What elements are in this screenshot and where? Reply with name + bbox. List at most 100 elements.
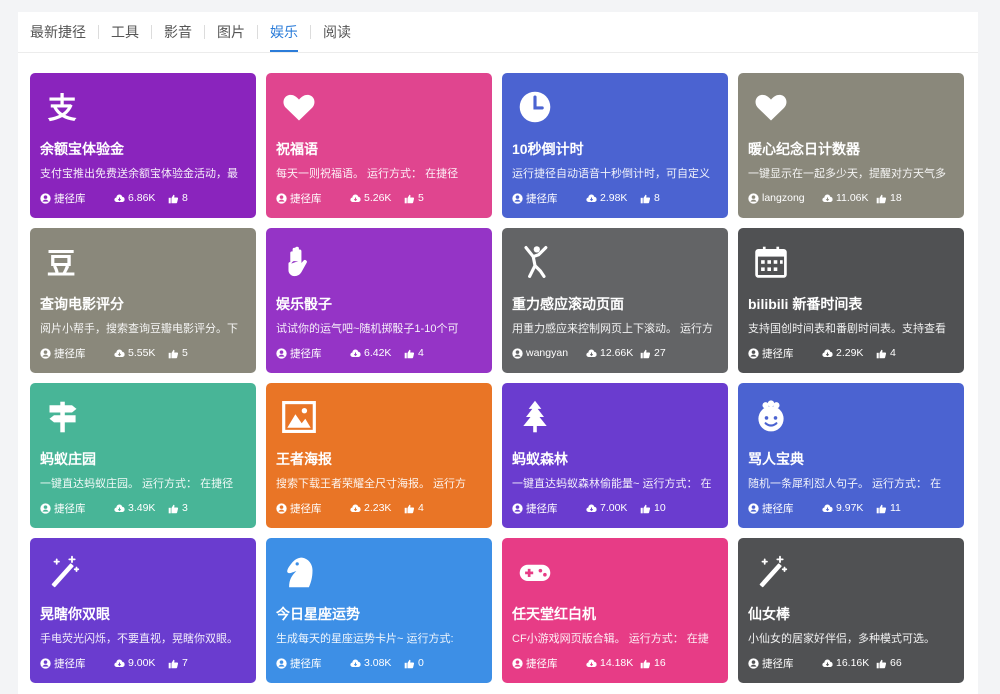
card-title: 10秒倒计时 [512, 141, 584, 157]
shortcut-card[interactable]: 蚂蚁庄园 一键直达蚂蚁庄园。 运行方式： 在捷径 捷径库 3.49K 3 [30, 383, 256, 528]
download-count: 12.66K [600, 347, 634, 359]
user-icon [512, 657, 523, 669]
card-description: 生成每天的星座运势卡片~ 运行方式: [276, 633, 454, 645]
card-author: 捷径库 [748, 346, 822, 361]
card-title: 王者海报 [276, 451, 332, 467]
download-count: 9.00K [128, 657, 156, 669]
tab-3[interactable]: 图片 [217, 12, 245, 52]
card-author: 捷径库 [512, 191, 586, 206]
main-panel: 最新捷径 工具 影音 图片 娱乐 阅读 支 余额宝体验金 支付宝推出免费送余额宝体验金活动… [18, 12, 978, 694]
card-downloads: 9.97K [822, 502, 876, 514]
card-description: 试试你的运气吧~随机掷骰子1-10个可 [276, 323, 459, 335]
user-icon [40, 657, 51, 669]
shortcut-card[interactable]: 王者海报 搜索下载王者荣耀全尺寸海报。 运行方 捷径库 2.23K 4 [266, 383, 492, 528]
svg-text:支: 支 [48, 91, 77, 125]
shortcut-grid: 支 余额宝体验金 支付宝推出免费送余额宝体验金活动，最 捷径库 6.86K 8 … [30, 73, 964, 683]
shortcut-card[interactable]: 10秒倒计时 运行捷径自动语音十秒倒计时，可自定义 捷径库 2.98K 8 [502, 73, 728, 218]
card-title: 骂人宝典 [748, 451, 804, 467]
tab-2[interactable]: 影音 [164, 12, 192, 52]
author-name: 捷径库 [54, 192, 86, 205]
card-downloads: 3.49K [114, 502, 168, 514]
dancer-icon [516, 243, 554, 281]
card-meta: 捷径库 16.16K 66 [748, 656, 954, 670]
card-meta: wangyan 12.66K 27 [512, 346, 718, 360]
shortcut-card[interactable]: 祝福语 每天一则祝福语。 运行方式： 在捷径 捷径库 5.26K 5 [266, 73, 492, 218]
author-name: 捷径库 [290, 657, 322, 670]
card-meta: 捷径库 6.86K 8 [40, 191, 246, 205]
card-author: langzong [748, 192, 822, 204]
download-count: 6.86K [128, 192, 156, 204]
shortcut-card[interactable]: 蚂蚁森林 一键直达蚂蚁森林偷能量~ 运行方式： 在 捷径库 7.00K 10 [502, 383, 728, 528]
like-count: 7 [182, 657, 188, 669]
card-title: 今日星座运势 [276, 606, 360, 622]
user-icon [512, 502, 523, 514]
cloud-download-icon [822, 503, 833, 514]
card-downloads: 6.42K [350, 347, 404, 359]
card-downloads: 14.18K [586, 657, 640, 669]
clock-icon [516, 88, 554, 126]
card-likes: 11 [876, 502, 901, 514]
card-description: 支持国创时间表和番剧时间表。支持查看 [748, 323, 946, 335]
download-count: 16.16K [836, 657, 870, 669]
thumbs-up-icon [876, 503, 887, 514]
author-name: 捷径库 [290, 192, 322, 205]
card-downloads: 2.98K [586, 192, 640, 204]
douban-icon: 豆 [44, 243, 82, 281]
cloud-download-icon [586, 193, 597, 204]
tab-separator [204, 25, 205, 39]
download-count: 9.97K [836, 502, 864, 514]
download-count: 7.00K [600, 502, 628, 514]
user-icon [40, 347, 51, 359]
author-name: 捷径库 [54, 502, 86, 515]
user-icon [276, 192, 287, 204]
author-name: 捷径库 [526, 657, 558, 670]
shortcut-card[interactable]: 今日星座运势 生成每天的星座运势卡片~ 运行方式: 捷径库 3.08K 0 [266, 538, 492, 683]
card-likes: 16 [640, 657, 666, 669]
like-count: 10 [654, 502, 666, 514]
cloud-download-icon [350, 503, 361, 514]
thumbs-up-icon [168, 503, 179, 514]
author-name: 捷径库 [762, 347, 794, 360]
tab-0[interactable]: 最新捷径 [30, 12, 86, 52]
like-count: 4 [890, 347, 896, 359]
thumbs-up-icon [168, 658, 179, 669]
cloud-download-icon [586, 503, 597, 514]
card-likes: 18 [876, 192, 902, 204]
card-likes: 10 [640, 502, 666, 514]
shortcut-card[interactable]: 任天堂红白机 CF小游戏网页版合辑。 运行方式： 在捷 捷径库 14.18K 1… [502, 538, 728, 683]
shortcut-card[interactable]: 豆 查询电影评分 阅片小帮手，搜索查询豆瓣电影评分。下 捷径库 5.55K 5 [30, 228, 256, 373]
shortcut-card[interactable]: 娱乐骰子 试试你的运气吧~随机掷骰子1-10个可 捷径库 6.42K 4 [266, 228, 492, 373]
like-count: 11 [890, 502, 901, 514]
thumbs-up-icon [404, 193, 415, 204]
download-count: 3.08K [364, 657, 392, 669]
card-description: 小仙女的居家好伴侣，多种模式可选。 [748, 633, 935, 645]
like-count: 66 [890, 657, 902, 669]
tab-divider [18, 52, 978, 53]
svg-text:豆: 豆 [47, 247, 76, 280]
magic-wand-icon [44, 553, 82, 591]
tab-4[interactable]: 娱乐 [270, 12, 298, 52]
shortcut-card[interactable]: 晃瞎你双眼 手电荧光闪烁，不要直视，晃瞎你双眼。 捷径库 9.00K 7 [30, 538, 256, 683]
shortcut-card[interactable]: 支 余额宝体验金 支付宝推出免费送余额宝体验金活动，最 捷径库 6.86K 8 [30, 73, 256, 218]
cloud-download-icon [350, 658, 361, 669]
shortcut-card[interactable]: 暖心纪念日计数器 一键显示在一起多少天，提醒对方天气多 langzong 11.… [738, 73, 964, 218]
thumbs-up-icon [404, 348, 415, 359]
like-count: 8 [654, 192, 660, 204]
chess-knight-icon [280, 553, 318, 591]
yuebao-logo-icon: 支 [44, 88, 82, 126]
user-icon [276, 347, 287, 359]
card-meta: 捷径库 3.08K 0 [276, 656, 482, 670]
shortcut-card[interactable]: 重力感应滚动页面 用重力感应来控制网页上下滚动。 运行方 wangyan 12.… [502, 228, 728, 373]
shortcut-card[interactable]: 骂人宝典 随机一条犀利怼人句子。 运行方式： 在 捷径库 9.97K 11 [738, 383, 964, 528]
card-meta: langzong 11.06K 18 [748, 191, 954, 205]
author-name: 捷径库 [762, 502, 794, 515]
magic-wand-icon [752, 553, 790, 591]
thumbs-up-icon [168, 193, 179, 204]
shortcut-card[interactable]: bilibili 新番时间表 支持国创时间表和番剧时间表。支持查看 捷径库 2.… [738, 228, 964, 373]
card-likes: 66 [876, 657, 902, 669]
tab-1[interactable]: 工具 [111, 12, 139, 52]
shortcut-card[interactable]: 仙女棒 小仙女的居家好伴侣，多种模式可选。 捷径库 16.16K 66 [738, 538, 964, 683]
like-count: 18 [890, 192, 902, 204]
tab-5[interactable]: 阅读 [323, 12, 351, 52]
author-name: 捷径库 [762, 657, 794, 670]
